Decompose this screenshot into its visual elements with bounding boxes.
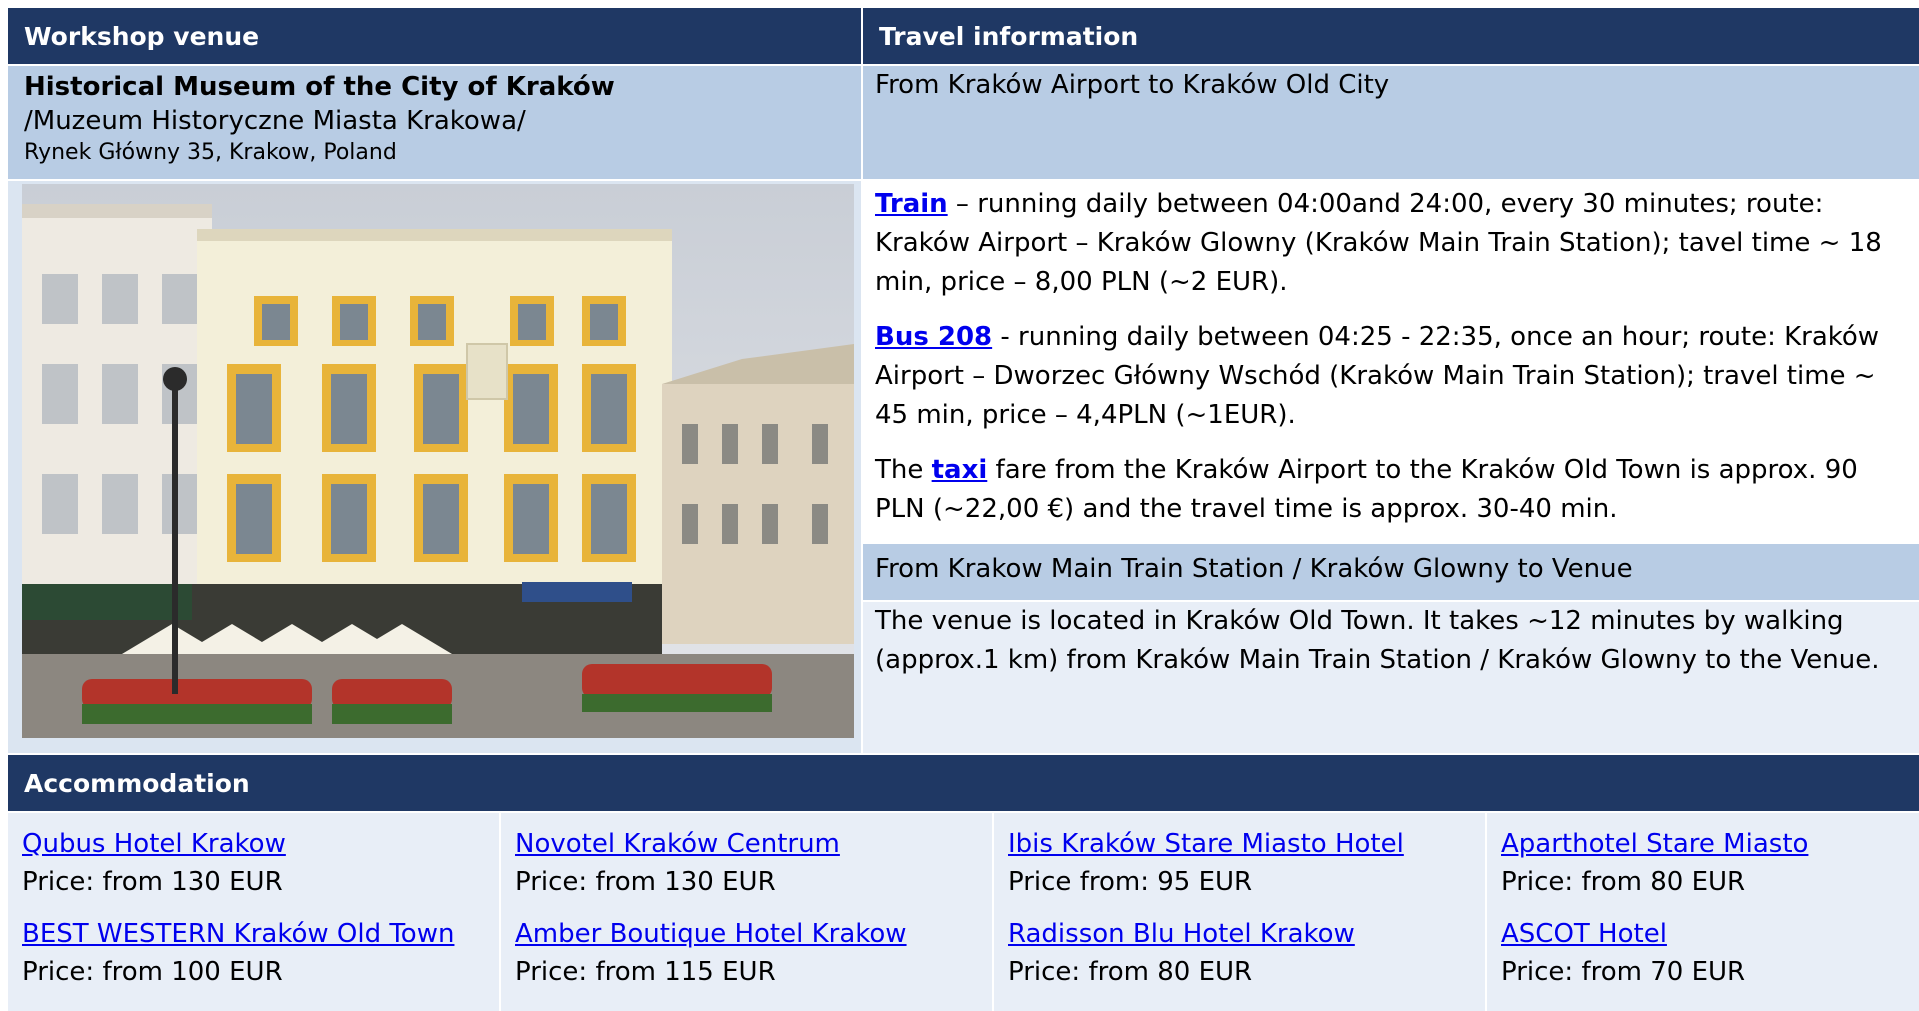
hotel-price: Price from: 95 EUR	[1008, 867, 1253, 897]
train-link[interactable]: Train	[875, 189, 948, 219]
hotel-column-1: Qubus Hotel Krakow Price: from 130 EUR B…	[8, 813, 499, 1011]
taxi-link[interactable]: taxi	[932, 455, 988, 485]
bus-text: - running daily between 04:25 - 22:35, o…	[875, 322, 1880, 430]
hotel-price: Price: from 100 EUR	[22, 957, 283, 987]
bus-link[interactable]: Bus 208	[875, 322, 992, 352]
walking-info: The venue is located in Kraków Old Town.…	[875, 606, 1880, 675]
hotel-price: Price: from 130 EUR	[515, 867, 776, 897]
hotel-link[interactable]: Radisson Blu Hotel Krakow	[1008, 915, 1471, 953]
hotel-link[interactable]: Amber Boutique Hotel Krakow	[515, 915, 978, 953]
travel-section2-title: From Krakow Main Train Station / Kraków …	[875, 554, 1633, 584]
hotel-link[interactable]: ASCOT Hotel	[1501, 915, 1905, 953]
venue-address: Rynek Główny 35, Krakow, Poland	[24, 140, 397, 165]
travel-section1-title: From Kraków Airport to Kraków Old City	[875, 70, 1390, 100]
travel-section1-cell: From Kraków Airport to Kraków Old City	[863, 66, 1919, 179]
accommodation-header: Accommodation	[8, 755, 1919, 811]
hotel-link[interactable]: Qubus Hotel Krakow	[22, 825, 485, 863]
venue-header-label: Workshop venue	[24, 22, 260, 51]
taxi-prefix: The	[875, 455, 932, 485]
taxi-info: The taxi fare from the Kraków Airport to…	[875, 451, 1907, 529]
museum-building-photo	[22, 184, 854, 738]
venue-name: Historical Museum of the City of Kraków	[24, 72, 615, 102]
hotel-price: Price: from 70 EUR	[1501, 957, 1746, 987]
hotel-link[interactable]: Novotel Kraków Centrum	[515, 825, 978, 863]
travel-header-label: Travel information	[879, 22, 1139, 51]
hotel-link[interactable]: BEST WESTERN Kraków Old Town	[22, 915, 485, 953]
hotel-column-4: Aparthotel Stare Miasto Price: from 80 E…	[1487, 813, 1919, 1011]
train-text: – running daily between 04:00and 24:00, …	[875, 189, 1882, 297]
hotel-column-2: Novotel Kraków Centrum Price: from 130 E…	[501, 813, 992, 1011]
venue-native-name: /Muzeum Historyczne Miasta Krakowa/	[24, 106, 526, 136]
hotel-price: Price: from 80 EUR	[1008, 957, 1253, 987]
taxi-text: fare from the Kraków Airport to the Krak…	[875, 455, 1858, 524]
accommodation-header-label: Accommodation	[24, 769, 250, 798]
venue-info-cell: Historical Museum of the City of Kraków …	[8, 66, 861, 179]
hotel-link[interactable]: Ibis Kraków Stare Miasto Hotel	[1008, 825, 1471, 863]
hotel-price: Price: from 130 EUR	[22, 867, 283, 897]
hotel-price: Price: from 115 EUR	[515, 957, 776, 987]
travel-section2-cell: From Krakow Main Train Station / Kraków …	[863, 544, 1919, 600]
museum-photo-illustration	[22, 184, 854, 738]
travel-details-cell: Train – running daily between 04:00and 2…	[863, 181, 1919, 542]
page: Workshop venue Travel information Histor…	[0, 0, 1919, 1011]
bus-info: Bus 208 - running daily between 04:25 - …	[875, 318, 1907, 435]
venue-header: Workshop venue	[8, 8, 861, 64]
hotel-column-3: Ibis Kraków Stare Miasto Hotel Price fro…	[994, 813, 1485, 1011]
travel-header: Travel information	[863, 8, 1919, 64]
hotel-price: Price: from 80 EUR	[1501, 867, 1746, 897]
train-info: Train – running daily between 04:00and 2…	[875, 185, 1907, 302]
hotel-link[interactable]: Aparthotel Stare Miasto	[1501, 825, 1905, 863]
travel-section2-text-cell: The venue is located in Kraków Old Town.…	[863, 602, 1919, 753]
